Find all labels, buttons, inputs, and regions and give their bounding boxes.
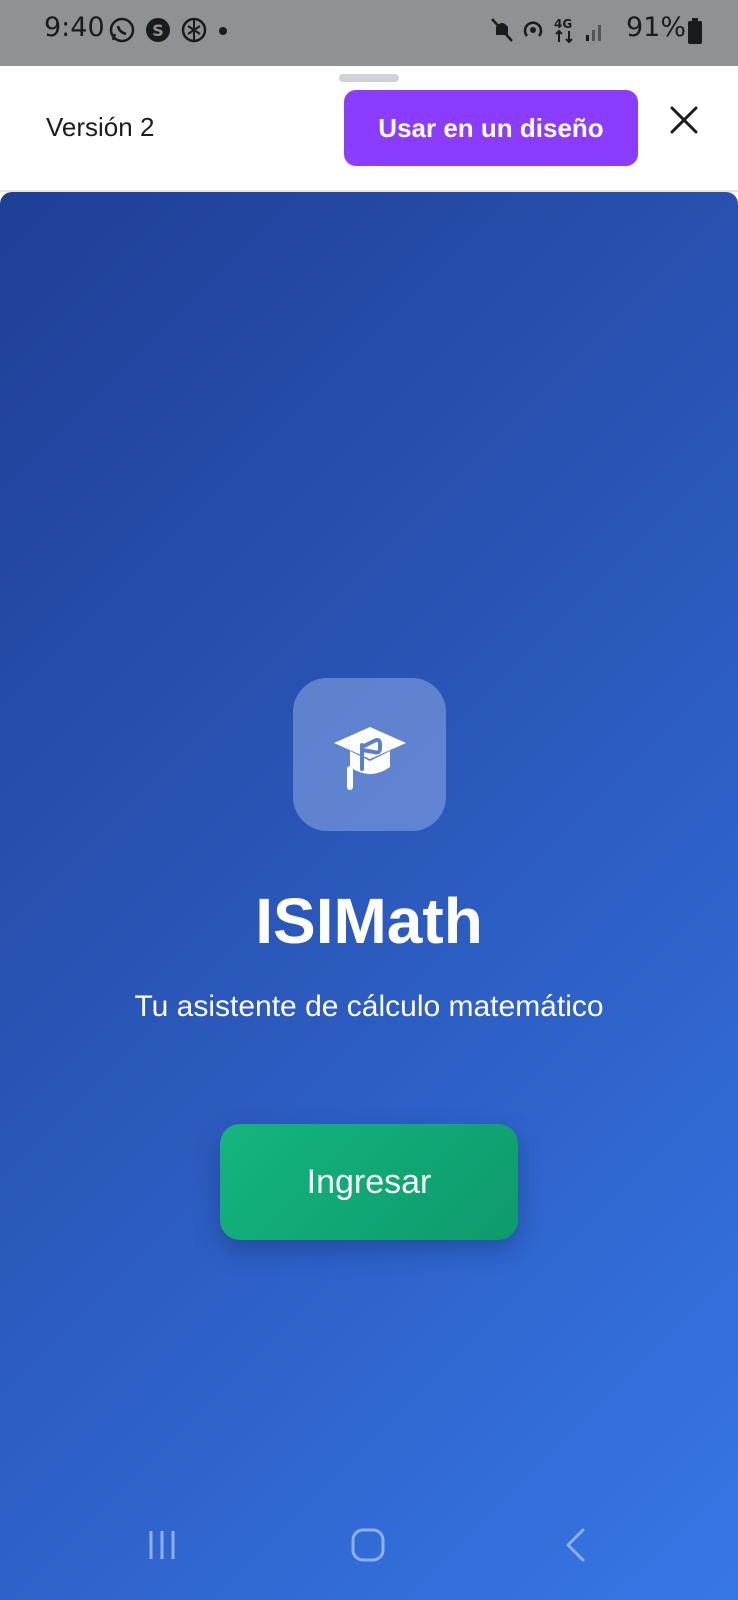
graduation-cap-icon bbox=[333, 726, 406, 790]
close-icon bbox=[670, 106, 698, 134]
notification-dot-icon bbox=[219, 27, 227, 35]
home-button[interactable] bbox=[338, 1520, 398, 1570]
svg-text:4G: 4G bbox=[554, 17, 572, 31]
home-icon bbox=[351, 1528, 385, 1562]
battery-percentage: 91% bbox=[625, 12, 686, 43]
version-label: Versión 2 bbox=[46, 112, 155, 142]
recent-apps-button[interactable] bbox=[132, 1520, 192, 1570]
design-preview: ISIMath Tu asistente de cálculo matemáti… bbox=[0, 192, 738, 1600]
status-bar: 9:40 S 4G 91% bbox=[0, 0, 738, 66]
app-subtitle: Tu asistente de cálculo matemático bbox=[134, 990, 604, 1023]
network-4g-icon: 4G bbox=[554, 17, 573, 44]
app-logo-tile bbox=[293, 678, 446, 831]
skype-icon: S bbox=[146, 18, 170, 42]
svg-text:S: S bbox=[152, 21, 164, 40]
enter-button[interactable]: Ingresar bbox=[220, 1124, 518, 1240]
battery-icon bbox=[688, 18, 702, 44]
recent-apps-icon bbox=[149, 1531, 175, 1559]
status-notification-icons: S bbox=[108, 16, 238, 44]
navigation-bar bbox=[0, 1490, 738, 1600]
sheet-drag-handle[interactable] bbox=[339, 74, 399, 82]
close-button[interactable] bbox=[664, 100, 704, 140]
back-icon bbox=[566, 1528, 585, 1562]
hotspot-icon bbox=[523, 21, 543, 37]
back-button[interactable] bbox=[546, 1520, 606, 1570]
chatgpt-icon bbox=[181, 17, 207, 43]
status-system-icons: 4G bbox=[484, 16, 606, 44]
whatsapp-icon bbox=[109, 17, 135, 43]
mute-icon bbox=[491, 18, 513, 42]
app-title: ISIMath bbox=[255, 885, 483, 957]
use-in-design-button[interactable]: Usar en un diseño bbox=[344, 90, 638, 166]
signal-icon bbox=[586, 25, 601, 41]
status-time: 9:40 bbox=[44, 12, 105, 43]
